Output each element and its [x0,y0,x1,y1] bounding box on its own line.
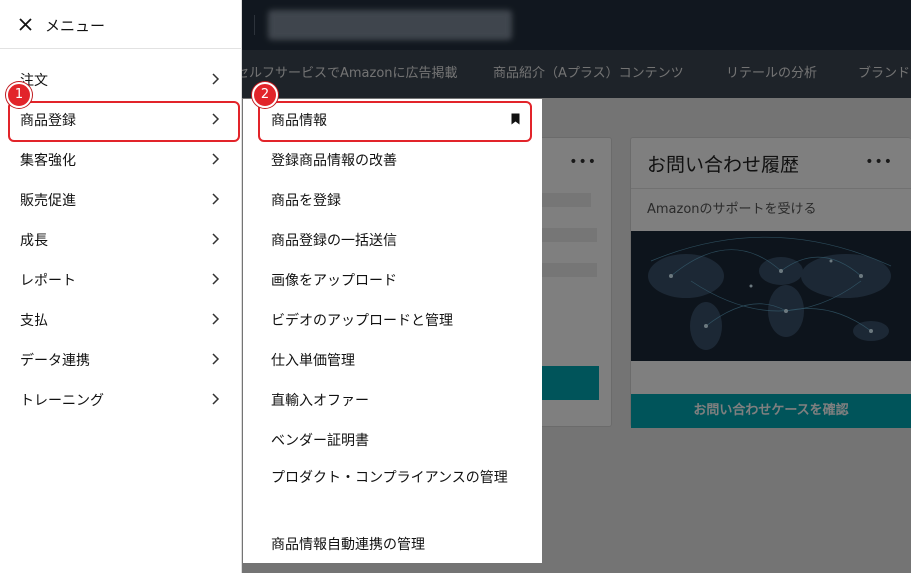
step-badge-2: 2 [252,82,278,108]
submenu-item-label: ベンダー証明書 [271,433,369,449]
submenu-item-compliance[interactable]: プロダクト・コンプライアンスの管理 [243,459,542,523]
chevron-right-icon [212,313,220,325]
submenu-item-videos[interactable]: ビデオのアップロードと管理 [243,299,542,339]
highlight-box-2 [258,101,532,142]
submenu-item-label: 商品を登録 [271,193,341,209]
menu-item-label: 販売促進 [20,193,76,209]
chevron-right-icon [212,193,220,205]
submenu-item-label: 商品情報自動連携の管理 [271,537,425,553]
menu-item-label: 成長 [20,233,48,249]
submenu-item-upload-images[interactable]: 画像をアップロード [243,259,542,299]
menu-item-label: 支払 [20,313,48,329]
submenu-item-label: ビデオのアップロードと管理 [271,313,453,329]
menu-item-training[interactable]: トレーニング [0,379,241,419]
submenu-item-label: 画像をアップロード [271,273,397,289]
menu-item-growth[interactable]: 成長 [0,219,241,259]
step-badge-1: 1 [6,82,32,108]
submenu-item-vendor-certificates[interactable]: ベンダー証明書 [243,419,542,459]
main-menu-panel: メニュー 注文 商品登録 集客強化 販売促進 成長 レポート 支払 データ連携 … [0,0,242,573]
submenu-item-auto-sync[interactable]: 商品情報自動連携の管理 [243,523,542,563]
menu-title: メニュー [45,17,106,35]
chevron-right-icon [212,353,220,365]
submenu-item-cost-management[interactable]: 仕入単価管理 [243,339,542,379]
chevron-right-icon [212,393,220,405]
menu-item-reports[interactable]: レポート [0,259,241,299]
catalog-submenu: 商品情報 登録商品情報の改善 商品を登録 商品登録の一括送信 画像をアップロード… [243,99,542,563]
submenu-item-add-product[interactable]: 商品を登録 [243,179,542,219]
menu-item-label: データ連携 [20,353,90,369]
menu-item-label: 集客強化 [20,153,76,169]
menu-item-data-integration[interactable]: データ連携 [0,339,241,379]
chevron-right-icon [212,153,220,165]
menu-header: メニュー [0,0,241,49]
submenu-item-label: 直輸入オファー [271,393,369,409]
submenu-item-label: 登録商品情報の改善 [271,153,397,169]
submenu-item-direct-import[interactable]: 直輸入オファー [243,379,542,419]
menu-item-label: レポート [20,273,76,289]
submenu-item-label: プロダクト・コンプライアンスの管理 [271,470,508,486]
menu-item-advertising[interactable]: 集客強化 [0,139,241,179]
menu-item-promotions[interactable]: 販売促進 [0,179,241,219]
submenu-item-bulk-upload[interactable]: 商品登録の一括送信 [243,219,542,259]
highlight-box-1 [8,101,240,142]
menu-item-payments[interactable]: 支払 [0,299,241,339]
menu-item-label: トレーニング [20,393,104,409]
submenu-item-label: 仕入単価管理 [271,353,355,369]
chevron-right-icon [212,273,220,285]
chevron-right-icon [212,73,220,85]
submenu-item-label: 商品登録の一括送信 [271,233,397,249]
close-icon[interactable] [18,14,34,34]
submenu-item-improve-listings[interactable]: 登録商品情報の改善 [243,139,542,179]
chevron-right-icon [212,233,220,245]
menu-item-orders[interactable]: 注文 [0,59,241,99]
